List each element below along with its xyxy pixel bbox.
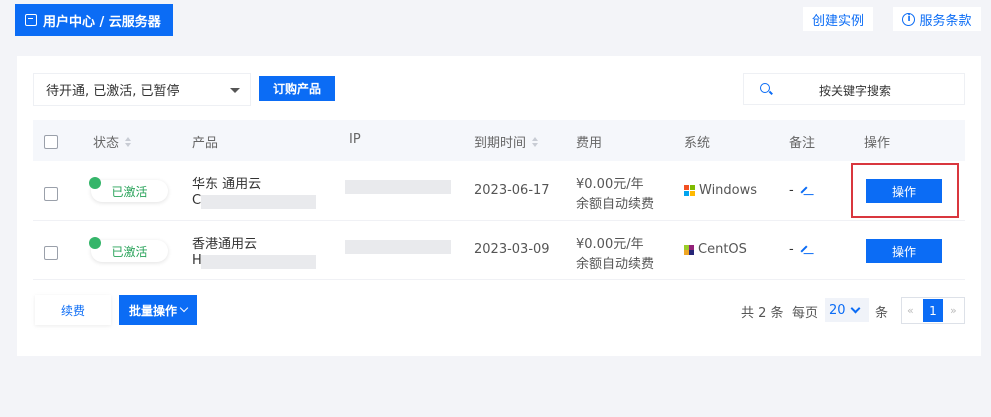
redacted-product-id	[201, 255, 316, 269]
product-id: C	[192, 193, 202, 208]
batch-operation-label: 批量操作	[128, 303, 177, 318]
next-page-button[interactable]: »	[950, 304, 957, 317]
caret-down-icon	[230, 88, 240, 93]
note-cell: -	[789, 183, 808, 198]
edit-icon[interactable]	[800, 245, 808, 253]
redacted-product-id	[201, 195, 316, 209]
operate-label: 操作	[891, 244, 916, 259]
breadcrumb[interactable]: 用户中心 / 云服务器	[15, 4, 173, 36]
product-name: 华东 通用云	[192, 177, 262, 192]
create-instance-label: 创建实例	[811, 13, 864, 29]
table-row: 已激活 香港通用云 H 2023-03-09 ¥0.00元/年 余额自动续费 C…	[33, 221, 965, 280]
system-label: Windows	[699, 183, 758, 198]
terms-button[interactable]: i 服务条款	[893, 7, 981, 31]
terms-label: 服务条款	[919, 13, 972, 29]
operate-button[interactable]: 操作	[866, 239, 942, 263]
highlight-annotation	[851, 163, 959, 218]
header-action: 操作	[864, 136, 891, 151]
expire-date: 2023-03-09	[474, 242, 550, 257]
page-size-value: 20	[829, 302, 846, 318]
breadcrumb-label: 用户中心 / 云服务器	[43, 14, 161, 30]
page-size-select[interactable]: 20	[825, 298, 869, 322]
status-label: 已激活	[111, 184, 148, 199]
status-filter-value: 待开通, 已激活, 已暂停	[46, 84, 180, 99]
table-row: 已激活 华东 通用云 C 2023-06-17 ¥0.00元/年 余额自动续费 …	[33, 162, 965, 221]
system-cell: Windows	[684, 183, 757, 198]
centos-icon	[684, 244, 694, 255]
note-value: -	[789, 183, 794, 198]
fee-note: 余额自动续费	[576, 197, 655, 212]
expire-date: 2023-06-17	[474, 183, 550, 198]
fee-amount: ¥0.00元/年	[576, 237, 644, 252]
status-badge: 已激活	[89, 177, 168, 202]
header-ip: IP	[349, 132, 361, 147]
search-icon	[760, 83, 770, 93]
sort-icon	[125, 136, 132, 147]
status-dot-icon	[89, 237, 101, 249]
total-count: 共 2 条	[741, 306, 784, 321]
windows-icon	[684, 185, 695, 196]
note-cell: -	[789, 242, 808, 257]
header-system: 系统	[684, 136, 711, 151]
pagination: « 1 »	[901, 297, 965, 324]
order-product-label: 订购产品	[272, 82, 321, 96]
product-name: 香港通用云	[192, 237, 258, 252]
login-icon	[25, 14, 37, 26]
system-cell: CentOS	[684, 242, 747, 257]
info-icon: i	[902, 12, 916, 26]
chevron-down-icon	[179, 303, 189, 313]
redacted-ip	[345, 240, 451, 254]
header-note: 备注	[789, 136, 816, 151]
row-checkbox[interactable]	[44, 187, 58, 201]
fee-amount: ¥0.00元/年	[576, 177, 644, 192]
row-checkbox[interactable]	[44, 246, 58, 260]
prev-page-button[interactable]: «	[907, 304, 914, 317]
per-page-label: 每页	[792, 306, 819, 321]
order-product-button[interactable]: 订购产品	[259, 76, 335, 101]
redacted-ip	[345, 180, 451, 194]
status-filter-select[interactable]: 待开通, 已激活, 已暂停	[33, 73, 251, 106]
status-badge: 已激活	[89, 237, 168, 262]
create-instance-button[interactable]: 创建实例	[803, 7, 873, 31]
sort-icon	[532, 136, 539, 147]
header-status-label: 状态	[93, 136, 120, 151]
per-page-unit: 条	[875, 306, 889, 321]
system-label: CentOS	[698, 242, 747, 257]
table-header: 状态 产品 IP 到期时间 费用 系统 备注 操作	[33, 120, 965, 161]
top-bar: 用户中心 / 云服务器 创建实例 i 服务条款	[0, 0, 991, 38]
status-dot-icon	[89, 177, 101, 189]
select-all-checkbox[interactable]	[44, 135, 58, 149]
batch-operation-button[interactable]: 批量操作	[119, 295, 197, 325]
fee-note: 余额自动续费	[576, 257, 655, 272]
note-value: -	[789, 242, 794, 257]
search-placeholder: 按关键字搜索	[819, 84, 892, 98]
renew-button[interactable]: 续费	[35, 295, 111, 325]
renew-label: 续费	[60, 303, 85, 318]
header-expire-label: 到期时间	[474, 136, 527, 151]
status-label: 已激活	[111, 244, 148, 259]
header-expire[interactable]: 到期时间	[474, 132, 539, 151]
header-status[interactable]: 状态	[93, 132, 132, 151]
chevron-down-icon	[850, 303, 860, 313]
edit-icon[interactable]	[800, 186, 808, 194]
search-input[interactable]: 按关键字搜索	[743, 73, 965, 105]
header-product: 产品	[192, 136, 219, 151]
header-fee: 费用	[576, 136, 603, 151]
current-page-button[interactable]: 1	[923, 299, 943, 322]
